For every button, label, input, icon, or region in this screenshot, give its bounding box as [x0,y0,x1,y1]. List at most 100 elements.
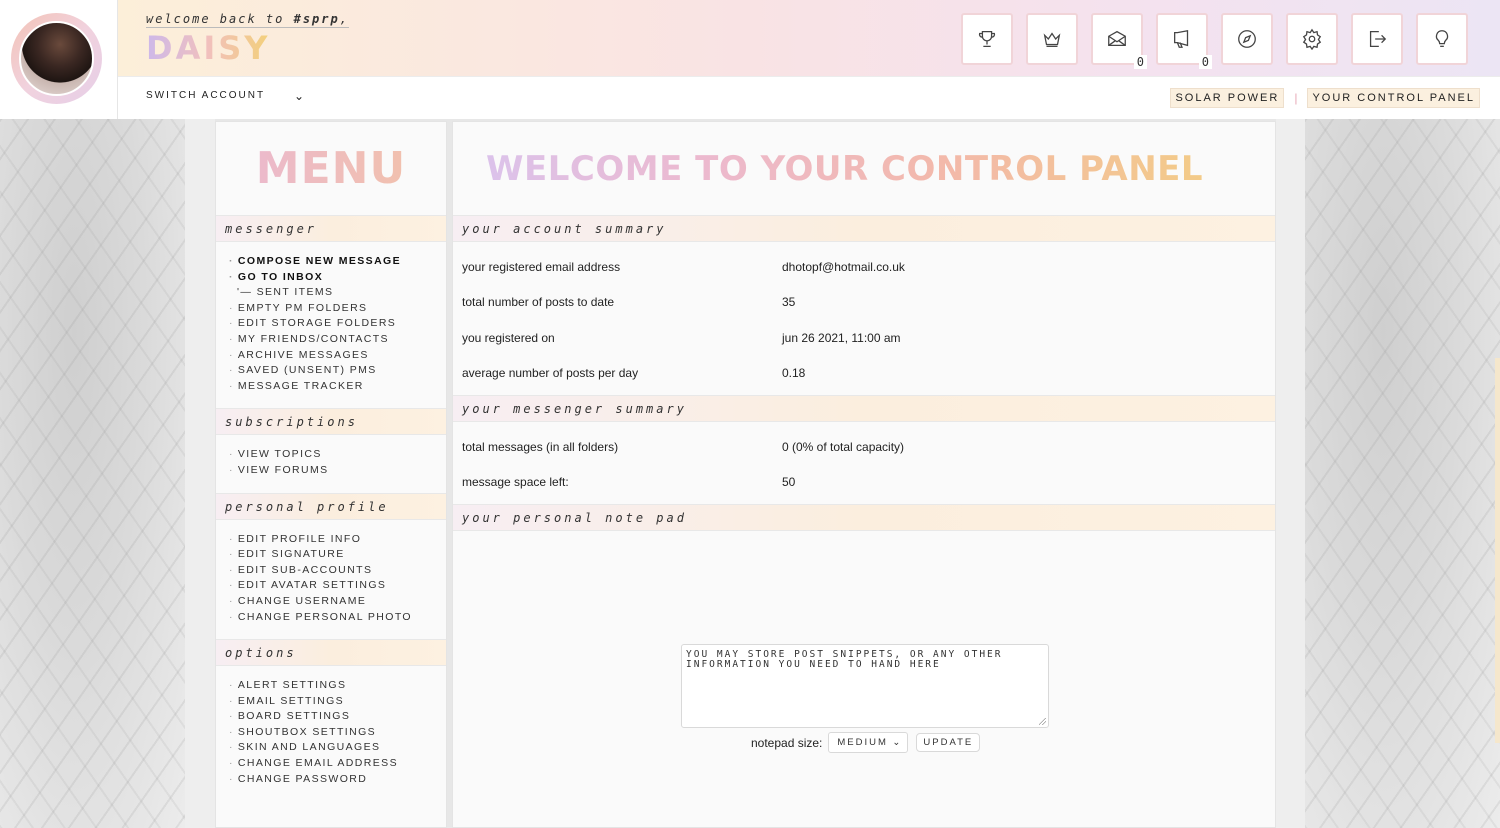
palm-background-right [1305,119,1500,828]
notepad-area: YOU MAY STORE POST SNIPPETS, OR ANY OTHE… [453,531,1275,828]
summary-row-posts: total number of posts to date 35 [453,285,1275,321]
sidebar-item-view-forums[interactable]: · VIEW FORUMS [229,463,446,479]
space-left-value: 50 [782,475,796,490]
switch-account-label[interactable]: SWITCH ACCOUNT [146,90,265,101]
summary-row-average: average number of posts per day 0.18 [453,356,1275,392]
site-header: welcome back to #sprp, DAISY 0 0 SWITCH … [0,0,1500,119]
messages-count-badge: 0 [1133,55,1147,69]
breadcrumb-separator: | [1294,91,1298,105]
registered-value: jun 26 2021, 11:00 am [782,330,901,345]
breadcrumb: SOLAR POWER | YOUR CONTROL PANEL [1170,88,1480,108]
messenger-summary-table: total messages (in all folders) 0 (0% of … [453,422,1275,504]
notepad-size-label: notepad size: [751,735,823,750]
sidebar-item-compose[interactable]: · COMPOSE NEW MESSAGE [229,254,446,270]
total-messages-value: 0 (0% of total capacity) [782,439,905,454]
left-gutter [185,119,215,828]
sidebar-item-edit-signature[interactable]: · EDIT SIGNATURE [229,547,446,563]
settings-button[interactable] [1286,13,1338,65]
sidebar-item-inbox[interactable]: · GO TO INBOX [229,270,446,286]
sidebar-item-saved[interactable]: · SAVED (UNSENT) PMS [229,363,446,379]
page-title: WELCOME TO YOUR CONTROL PANEL [453,122,1275,215]
username: DAISY [146,29,271,67]
section-heading-options: options [216,639,446,667]
sidebar-item-empty-folders[interactable]: · EMPTY PM FOLDERS [229,301,446,317]
trophy-icon [978,31,996,47]
welcome-message: welcome back to #sprp, [146,12,349,28]
avatar[interactable] [19,21,94,96]
summary-row-email: your registered email address dhotopf@hot… [453,249,1275,285]
profile-links: · EDIT PROFILE INFO · EDIT SIGNATURE · EDIT… [216,520,446,640]
sidebar-item-change-password[interactable]: · CHANGE PASSWORD [229,772,446,788]
notepad-size-select[interactable]: MEDIUM ⌄ [828,732,909,753]
announcements-button[interactable]: 0 [1156,13,1212,69]
logout-icon [1369,31,1387,47]
options-links: · ALERT SETTINGS · EMAIL SETTINGS · BOARD S… [216,666,446,801]
section-heading-personal-profile: personal profile [216,492,446,520]
sidebar-item-change-username[interactable]: · CHANGE USERNAME [229,594,446,610]
header-icon-row: 0 0 [961,13,1468,69]
sidebar-item-edit-profile[interactable]: · EDIT PROFILE INFO [229,532,446,548]
posts-value: 35 [782,295,796,310]
sidebar-item-avatar-settings[interactable]: · EDIT AVATAR SETTINGS [229,578,446,594]
breadcrumb-forum-link[interactable]: SOLAR POWER [1170,88,1285,108]
section-heading-note-pad: your personal note pad [453,504,1275,531]
sidebar-item-change-email[interactable]: · CHANGE EMAIL ADDRESS [229,756,446,772]
explore-button[interactable] [1221,13,1273,65]
section-heading-messenger: messenger [216,215,446,242]
sidebar-item-view-topics[interactable]: · VIEW TOPICS [229,447,446,463]
sidebar-item-contacts[interactable]: · MY FRIENDS/CONTACTS [229,332,446,348]
trophy-button[interactable] [961,13,1013,65]
section-heading-messenger-summary: your messenger summary [453,395,1275,422]
chevron-down-icon: ⌄ [892,737,903,748]
logout-button[interactable] [1351,13,1403,65]
sidebar-item-skin-languages[interactable]: · SKIN AND LANGUAGES [229,740,446,756]
messenger-links: · COMPOSE NEW MESSAGE · GO TO INBOX '— SEN… [216,242,446,408]
crown-button[interactable] [1026,13,1078,65]
chevron-down-icon[interactable]: ⌄ [294,89,304,103]
palm-background-left [0,119,185,828]
avatar-ring [11,13,102,104]
breadcrumb-current-page[interactable]: YOUR CONTROL PANEL [1307,88,1480,108]
resize-handle[interactable] [1039,718,1046,725]
subscriptions-links: · VIEW TOPICS · VIEW FORUMS [216,435,446,492]
compass-icon [1238,30,1256,48]
welcome-banner: welcome back to #sprp, DAISY 0 0 [118,0,1500,77]
menu-title: MENU [216,122,446,215]
right-gutter [1276,119,1305,828]
sidebar-item-alert-settings[interactable]: · ALERT SETTINGS [229,678,446,694]
gear-icon [1302,28,1322,50]
summary-row-total-messages: total messages (in all folders) 0 (0% of … [453,429,1275,465]
sidebar-item-storage-folders[interactable]: · EDIT STORAGE FOLDERS [229,316,446,332]
sidebar-menu: MENU messenger · COMPOSE NEW MESSAGE · GO … [215,121,447,828]
sidebar-item-email-settings[interactable]: · EMAIL SETTINGS [229,694,446,710]
average-value: 0.18 [782,366,806,381]
megaphone-icon [1174,29,1189,48]
section-heading-account-summary: your account summary [453,215,1275,242]
avatar-cell [0,0,118,119]
account-bar: SWITCH ACCOUNT ⌄ SOLAR POWER | YOUR CONT… [118,77,1500,119]
account-summary-table: your registered email address dhotopf@hot… [453,242,1275,395]
sidebar-item-board-settings[interactable]: · BOARD SETTINGS [229,709,446,725]
sidebar-item-personal-photo[interactable]: · CHANGE PERSONAL PHOTO [229,610,446,626]
lightbulb-icon [1435,30,1449,47]
ideas-button[interactable] [1416,13,1468,65]
sidebar-item-archive[interactable]: · ARCHIVE MESSAGES [229,348,446,364]
scrollbar[interactable] [1495,358,1500,743]
update-button[interactable]: UPDATE [916,733,981,752]
email-value: dhotopf@hotmail.co.uk [782,259,905,274]
sidebar-item-sub-accounts[interactable]: · EDIT SUB-ACCOUNTS [229,563,446,579]
notepad-controls: notepad size: MEDIUM ⌄ UPDATE [751,732,981,753]
section-heading-subscriptions: subscriptions [216,408,446,436]
messages-button[interactable]: 0 [1091,13,1147,69]
summary-row-space-left: message space left: 50 [453,465,1275,501]
crown-icon [1043,32,1061,47]
forum-tag: #sprp [293,12,340,26]
notepad-textarea[interactable]: YOU MAY STORE POST SNIPPETS, OR ANY OTHE… [681,644,1049,728]
summary-row-registered: you registered on jun 26 2021, 11:00 am [453,320,1275,356]
announcements-count-badge: 0 [1198,55,1212,69]
sidebar-item-tracker[interactable]: · MESSAGE TRACKER [229,379,446,395]
control-panel-main: WELCOME TO YOUR CONTROL PANEL your accou… [452,121,1276,828]
sidebar-item-shoutbox-settings[interactable]: · SHOUTBOX SETTINGS [229,725,446,741]
sidebar-item-sent[interactable]: '— SENT ITEMS [229,285,446,301]
envelope-icon [1108,30,1126,47]
